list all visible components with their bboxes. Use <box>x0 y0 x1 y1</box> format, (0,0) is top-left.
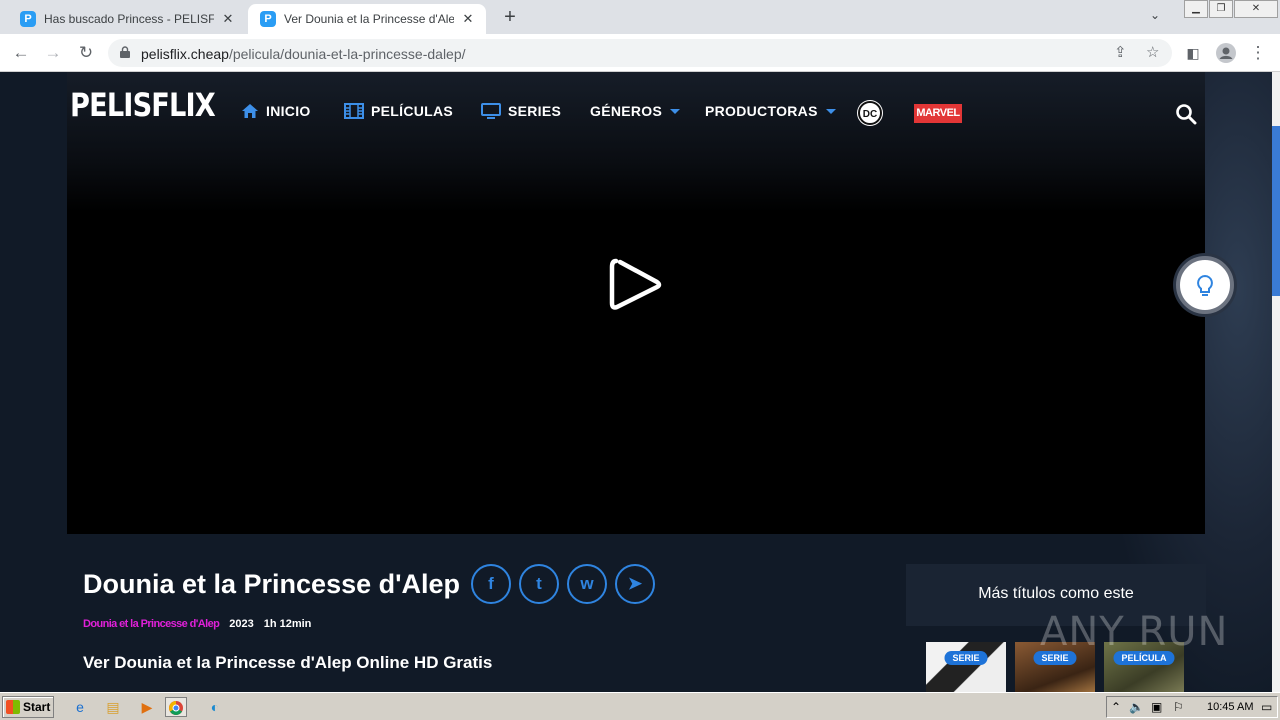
site-logo[interactable]: PELISFLIX <box>70 86 216 124</box>
nav-label: SERIES <box>508 103 562 119</box>
new-tab-button[interactable]: + <box>498 6 522 30</box>
close-window-button[interactable]: ✕ <box>1234 0 1278 18</box>
facebook-share-button[interactable]: f <box>471 564 511 604</box>
nav-label: PRODUCTORAS <box>705 103 818 119</box>
chrome-taskbar-icon[interactable] <box>165 697 187 717</box>
play-icon[interactable] <box>608 255 664 315</box>
nav-series[interactable]: SERIES <box>481 103 561 119</box>
page-content: PELISFLIX INICIO PELÍCULAS SERIES GÉNERO… <box>0 72 1272 692</box>
caret-down-icon <box>825 108 836 114</box>
tv-icon <box>481 103 501 119</box>
url-domain: pelisflix.cheap <box>141 46 229 62</box>
volume-icon[interactable]: 🔈 <box>1129 700 1144 714</box>
edge-icon[interactable]: ◐ <box>204 697 226 717</box>
scrollbar-thumb[interactable] <box>1272 126 1280 296</box>
nav-inicio[interactable]: INICIO <box>241 103 311 119</box>
browser-tab-search-results[interactable]: P Has buscado Princess - PELISFLIX [ ✕ <box>8 4 246 34</box>
film-icon <box>344 103 364 119</box>
restore-window-button[interactable]: ❐ <box>1209 0 1233 18</box>
dc-logo-link[interactable]: DC <box>858 101 882 125</box>
bookmark-star-icon[interactable]: ☆ <box>1146 43 1159 61</box>
telegram-icon: ➤ <box>627 574 643 593</box>
windows-logo-icon <box>6 700 20 714</box>
start-button[interactable]: Start <box>2 696 54 718</box>
duration: 1h 12min <box>263 618 312 630</box>
share-page-icon[interactable]: ⇪ <box>1114 43 1127 61</box>
pelisflix-favicon-icon: P <box>260 11 276 27</box>
back-arrow-icon[interactable]: ← <box>9 41 33 65</box>
pelisflix-favicon-icon: P <box>20 11 36 27</box>
nav-peliculas[interactable]: PELÍCULAS <box>344 103 453 119</box>
nav-label: GÉNEROS <box>590 103 663 119</box>
nav-label: PELÍCULAS <box>371 103 454 119</box>
search-icon[interactable] <box>1175 103 1197 125</box>
browser-tab-movie[interactable]: P Ver Dounia et la Princesse d'Alep Onl … <box>248 4 486 34</box>
tab-title: Ver Dounia et la Princesse d'Alep Onl <box>284 12 454 26</box>
facebook-icon: f <box>488 574 494 593</box>
windows-taskbar: Start e ▤ ▶ ◐ ⌃ 🔈 ▣ ⚐ 10:45 AM ▭ <box>0 692 1280 720</box>
close-tab-icon[interactable]: ✕ <box>220 11 236 27</box>
caret-down-icon <box>670 108 681 114</box>
url-text: pelisflix.cheap/pelicula/dounia-et-la-pr… <box>141 46 466 62</box>
whatsapp-share-button[interactable]: w <box>567 564 607 604</box>
browser-menu-icon[interactable]: ⋮ <box>1246 41 1270 65</box>
browser-tab-strip: P Has buscado Princess - PELISFLIX [ ✕ P… <box>0 0 1280 34</box>
show-desktop-icon[interactable]: ▭ <box>1261 700 1272 714</box>
lock-icon <box>120 46 130 58</box>
twitter-share-button[interactable]: t <box>519 564 559 604</box>
nav-label: INICIO <box>266 103 311 119</box>
start-label: Start <box>23 700 51 714</box>
tab-search-icon[interactable]: ⌄ <box>1150 8 1160 22</box>
media-player-icon[interactable]: ▶ <box>136 697 158 717</box>
related-titles-heading: Más títulos como este <box>978 585 1134 602</box>
tab-title: Has buscado Princess - PELISFLIX [ <box>44 12 214 26</box>
nav-productoras[interactable]: PRODUCTORAS <box>705 103 836 119</box>
nav-generos[interactable]: GÉNEROS <box>590 103 681 119</box>
close-tab-icon[interactable]: ✕ <box>460 11 476 27</box>
telegram-share-button[interactable]: ➤ <box>615 564 655 604</box>
page-scrollbar[interactable] <box>1272 72 1280 692</box>
clock[interactable]: 10:45 AM <box>1207 701 1253 713</box>
action-center-flag-icon[interactable]: ⚐ <box>1173 700 1184 714</box>
side-panel-icon[interactable]: ◧ <box>1181 41 1205 65</box>
internet-explorer-icon[interactable]: e <box>69 697 91 717</box>
reload-icon[interactable]: ↻ <box>74 41 98 65</box>
related-poster[interactable]: SERIE <box>926 642 1006 692</box>
lightbulb-icon <box>1197 274 1213 296</box>
profile-avatar-icon[interactable] <box>1214 41 1238 65</box>
file-explorer-icon[interactable]: ▤ <box>102 697 124 717</box>
light-toggle-button[interactable] <box>1176 256 1234 314</box>
type-badge: SERIE <box>944 651 988 665</box>
anyrun-watermark: ANY RUN <box>1040 609 1229 655</box>
movie-title: Dounia et la Princesse d'Alep <box>83 569 461 599</box>
browser-toolbar: ← → ↻ pelisflix.cheap/pelicula/dounia-et… <box>0 34 1280 72</box>
network-icon[interactable]: ▣ <box>1151 700 1162 714</box>
release-year: 2023 <box>229 618 254 630</box>
address-bar[interactable]: pelisflix.cheap/pelicula/dounia-et-la-pr… <box>108 39 1172 67</box>
forward-arrow-icon[interactable]: → <box>41 41 65 65</box>
minimize-window-button[interactable]: ▁ <box>1184 0 1208 18</box>
marvel-logo-link[interactable]: MARVEL <box>914 104 962 123</box>
watch-online-heading: Ver Dounia et la Princesse d'Alep Online… <box>83 653 493 672</box>
show-hidden-icons-icon[interactable]: ⌃ <box>1111 700 1121 714</box>
twitter-icon: t <box>536 574 542 593</box>
whatsapp-icon: w <box>580 574 594 593</box>
system-tray: ⌃ 🔈 ▣ ⚐ 10:45 AM ▭ <box>1106 696 1278 718</box>
url-path: /pelicula/dounia-et-la-princesse-dalep/ <box>228 46 466 62</box>
movie-meta: Dounia et la Princesse d'Alep 2023 1h 12… <box>83 618 311 630</box>
category-link[interactable]: Dounia et la Princesse d'Alep <box>83 618 220 630</box>
home-icon <box>242 104 258 118</box>
